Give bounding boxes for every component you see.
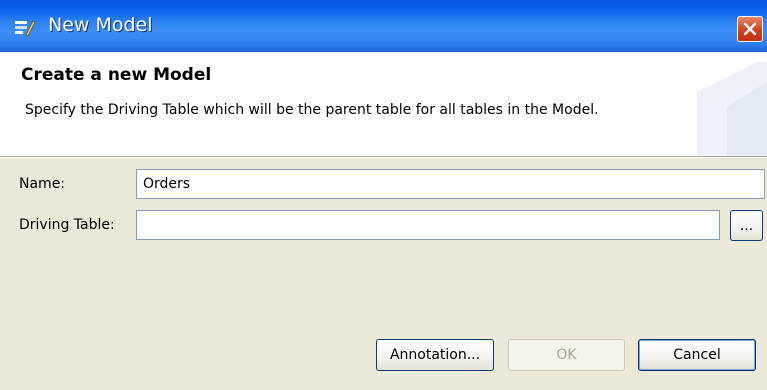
name-input[interactable] xyxy=(136,169,765,199)
page-title: Create a new Model xyxy=(21,65,212,85)
browse-button[interactable]: ... xyxy=(730,210,763,241)
header-decoration xyxy=(697,62,767,156)
page-description: Specify the Driving Table which will be … xyxy=(25,102,599,118)
annotation-button[interactable]: Annotation... xyxy=(376,339,494,371)
model-wizard-icon xyxy=(14,17,36,39)
close-button[interactable] xyxy=(737,16,763,42)
title-bar[interactable]: New Model xyxy=(0,0,767,52)
ok-button[interactable]: OK xyxy=(508,339,625,371)
wizard-header: Create a new Model Specify the Driving T… xyxy=(0,52,767,156)
window-title: New Model xyxy=(48,14,153,36)
name-label: Name: xyxy=(19,176,66,192)
header-separator xyxy=(0,156,767,158)
driving-table-input[interactable] xyxy=(136,210,720,240)
driving-table-label: Driving Table: xyxy=(19,217,115,233)
cancel-button[interactable]: Cancel xyxy=(638,339,756,371)
close-icon xyxy=(743,22,757,36)
